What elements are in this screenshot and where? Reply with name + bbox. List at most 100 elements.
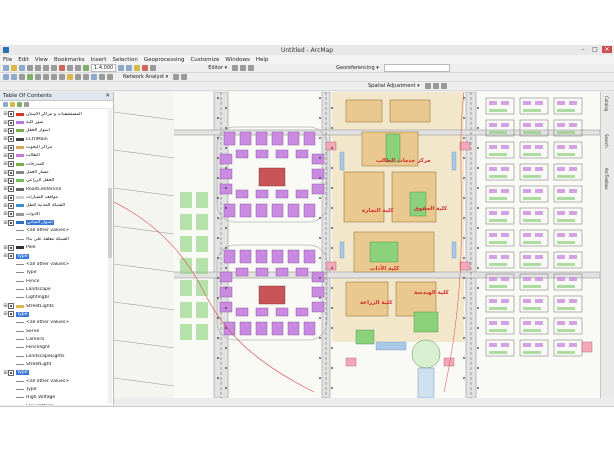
toc-legend-item[interactable]: Low Voltage — [0, 402, 113, 405]
toc-layer-row[interactable]: ⊞ مراكز البحوث — [0, 143, 113, 151]
clear-selection-icon[interactable] — [75, 74, 81, 80]
layer-visibility-checkbox[interactable] — [8, 136, 14, 143]
toc-legend-item[interactable]: <all other values> — [0, 319, 113, 327]
toc-legend-item[interactable]: Landscape — [0, 285, 113, 293]
solve-icon[interactable] — [181, 74, 188, 80]
save-icon[interactable] — [19, 65, 25, 71]
straight-segment-icon[interactable] — [248, 65, 255, 71]
toc-legend-item[interactable]: Camera — [0, 335, 113, 343]
layer-visibility-checkbox[interactable] — [8, 186, 14, 193]
toc-layer-row[interactable]: ⊞ الشبكة المدنية للنقل — [0, 202, 113, 210]
layer-visibility-checkbox[interactable] — [8, 177, 14, 184]
catalog-tab[interactable]: Catalog — [604, 96, 609, 111]
georeferencing-layer-combo[interactable] — [383, 64, 450, 72]
search-tab[interactable]: Search — [604, 134, 609, 148]
arctoolbox-icon[interactable] — [142, 65, 149, 71]
toc-layer-row[interactable]: ⊞ سور كلية — [0, 118, 113, 126]
editor-menu[interactable]: Editor ▾ — [208, 65, 227, 71]
georeferencing-menu[interactable]: Georeferencing ▾ — [336, 65, 379, 71]
list-by-visibility-icon[interactable] — [17, 102, 22, 107]
forward-extent-icon[interactable] — [59, 74, 65, 80]
back-extent-icon[interactable] — [51, 74, 57, 80]
catalog-icon[interactable] — [134, 65, 141, 71]
toc-legend-item[interactable]: Type — [0, 269, 113, 277]
full-extent-icon[interactable] — [27, 74, 33, 80]
undo-icon[interactable] — [67, 65, 73, 71]
open-folder-icon[interactable] — [11, 65, 17, 71]
toc-layer-row[interactable]: ⊞ المدرجات — [0, 160, 113, 168]
select-features-icon[interactable] — [67, 74, 73, 80]
find-icon[interactable] — [99, 74, 105, 80]
layer-visibility-checkbox[interactable] — [8, 111, 14, 118]
links-table-icon[interactable] — [432, 83, 439, 89]
layer-visibility-checkbox[interactable] — [8, 303, 14, 310]
toc-layer-row[interactable]: ⊞ الطالب — [0, 152, 113, 160]
python-icon[interactable] — [150, 65, 157, 71]
toc-layer-row[interactable]: ⊞ Type — [0, 310, 113, 318]
map-drawing[interactable]: مركز خدمات الطالب كلية التجارة كلية الحقوق… — [114, 92, 600, 398]
menu-edit[interactable]: Edit — [18, 57, 29, 63]
layer-visibility-checkbox[interactable] — [8, 202, 14, 209]
minimize-button[interactable]: – — [578, 46, 588, 53]
toc-layer-row[interactable]: ⊞ أسوار الحقل — [0, 127, 113, 135]
toc-layer-row[interactable]: ⊞ Type — [0, 369, 113, 377]
map-view[interactable]: مركز خدمات الطالب كلية التجارة كلية الحقوق… — [114, 92, 600, 398]
menu-geoprocessing[interactable]: Geoprocessing — [144, 57, 185, 63]
layer-visibility-checkbox[interactable] — [8, 311, 14, 318]
toc-layer-row[interactable]: ⊞ أسوار المباني — [0, 218, 113, 226]
toc-layer-row[interactable]: ⊞ Type — [0, 252, 113, 260]
layer-visibility-checkbox[interactable] — [8, 369, 14, 376]
menu-help[interactable]: Help — [256, 57, 269, 63]
layer-visibility-checkbox[interactable] — [8, 169, 14, 176]
new-document-icon[interactable] — [3, 65, 9, 71]
toc-layer-row[interactable]: ⊞ RoadCenterline — [0, 185, 113, 193]
editor-toolbar-icon[interactable] — [118, 65, 125, 71]
toc-legend-item[interactable]: Type — [0, 385, 113, 393]
zoom-in-icon[interactable] — [3, 74, 9, 80]
arctoolbox-tab[interactable]: ArcToolbox — [604, 168, 609, 190]
pan-icon[interactable] — [19, 74, 25, 80]
layer-visibility-checkbox[interactable] — [8, 244, 14, 251]
toc-legend-item[interactable]: LandscapeLights — [0, 352, 113, 360]
toc-legend-item[interactable]: <all other values> — [0, 260, 113, 268]
menu-windows[interactable]: Windows — [225, 57, 250, 63]
map-scale-combo[interactable]: 1:4,000 — [91, 64, 117, 72]
menu-customize[interactable]: Customize — [190, 57, 219, 63]
list-by-source-icon[interactable] — [10, 102, 15, 107]
menu-bookmarks[interactable]: Bookmarks — [54, 57, 85, 63]
toc-layer-row[interactable]: ⊞ مسار العمل — [0, 168, 113, 176]
measure-icon[interactable] — [107, 74, 113, 80]
close-button[interactable]: ✕ — [602, 46, 612, 53]
new-link-icon[interactable] — [440, 83, 447, 89]
toc-legend-item[interactable]: StreetLight — [0, 360, 113, 368]
toc-legend-item[interactable]: Serve — [0, 327, 113, 335]
paste-icon[interactable] — [51, 65, 57, 71]
layer-visibility-checkbox[interactable] — [8, 253, 14, 260]
network-analyst-menu[interactable]: Network Analyst ▾ — [123, 74, 168, 80]
zoom-out-icon[interactable] — [11, 74, 17, 80]
select-elements-icon[interactable] — [83, 74, 89, 80]
layer-visibility-checkbox[interactable] — [8, 119, 14, 126]
menu-insert[interactable]: Insert — [91, 57, 107, 63]
maximize-button[interactable]: □ — [590, 46, 600, 53]
print-icon[interactable] — [27, 65, 33, 71]
add-data-icon[interactable] — [83, 65, 89, 71]
table-of-contents-icon[interactable] — [126, 65, 133, 71]
layer-visibility-checkbox[interactable] — [8, 161, 14, 168]
toc-legend-item[interactable]: Fence — [0, 277, 113, 285]
delete-icon[interactable] — [59, 65, 65, 71]
layer-visibility-checkbox[interactable] — [8, 144, 14, 151]
toc-close-icon[interactable]: ✕ — [105, 92, 110, 100]
toc-legend-item[interactable]: High Voltage — [0, 394, 113, 402]
toc-layer-row[interactable]: ⊞ Pole — [0, 244, 113, 252]
menu-view[interactable]: View — [35, 57, 48, 63]
cut-icon[interactable] — [35, 65, 41, 71]
layer-visibility-checkbox[interactable] — [8, 127, 14, 134]
redo-icon[interactable] — [75, 65, 81, 71]
toc-layer-row[interactable]: ⊞ المستشفيات و مراكز الأسنان — [0, 110, 113, 118]
menu-file[interactable]: File — [3, 57, 12, 63]
layer-visibility-checkbox[interactable] — [8, 194, 14, 201]
spatial-adjustment-menu[interactable]: Spatial Adjustment ▾ — [368, 83, 420, 89]
toc-layer-row[interactable]: ⊞ مواقف السيارات — [0, 193, 113, 201]
toc-legend-item[interactable]: <all other values> — [0, 377, 113, 385]
